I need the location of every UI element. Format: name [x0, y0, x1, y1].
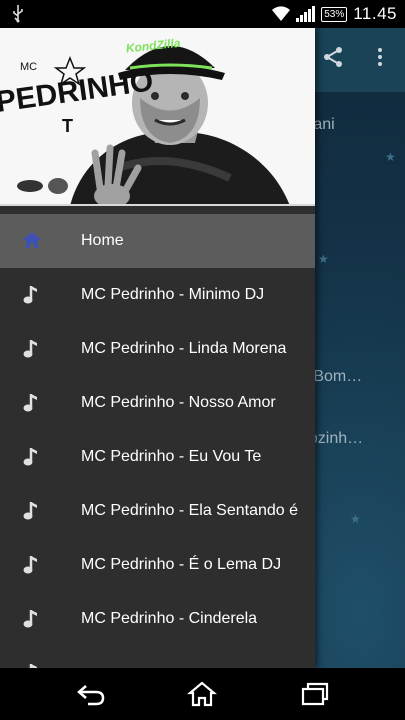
menu-item-song[interactable]: MC Pedrinho - Ela Sentando é: [0, 484, 315, 538]
music-note-icon: [22, 500, 42, 522]
music-note-icon: [22, 338, 42, 360]
menu-item-label: MC Pedrinho - É o Lema DJ: [81, 556, 282, 573]
menu-item-label: MC Pedrinho - Minimo DJ: [81, 286, 265, 303]
menu-item-label: MC Pedrinho - Linda Morena: [81, 340, 287, 357]
battery-indicator: 53%: [321, 6, 348, 22]
clock: 11.45: [353, 4, 397, 23]
menu-item-label: MC Pedrinho - Cinderela: [81, 610, 258, 627]
home-icon: [22, 230, 42, 252]
music-note-icon: [22, 284, 42, 306]
usb-icon: [12, 5, 24, 28]
music-note-icon: [22, 554, 42, 576]
menu-item-song[interactable]: MC Pedrinho - Linda Morena: [0, 322, 315, 376]
music-note-icon: [22, 392, 42, 414]
music-note-icon: [22, 608, 42, 630]
menu-item-label: MC Pedrinho - Eu Vou Te: [81, 448, 262, 465]
recents-icon[interactable]: [300, 680, 330, 708]
home-nav-icon[interactable]: [186, 680, 218, 708]
menu-item-song[interactable]: MC Pedrinho - Minimo DJ: [0, 268, 315, 322]
signal-icon: [296, 6, 316, 22]
menu-item-song[interactable]: MC Pedrinho - Eu Vou Te: [0, 430, 315, 484]
system-nav-bar: [0, 668, 405, 720]
status-bar: 53% 11.45: [0, 0, 405, 28]
menu-item-song[interactable]: MC Pedrinho - Cinderela: [0, 592, 315, 646]
artist-portrait: PEDRINHO MC T KondZilla: [0, 28, 315, 204]
overflow-menu-icon[interactable]: [376, 46, 384, 74]
menu-item-home[interactable]: Home: [0, 214, 315, 268]
music-note-icon: [22, 446, 42, 468]
wifi-icon: [272, 6, 291, 22]
menu-item-label: MC Pedrinho - Nosso Amor: [81, 394, 276, 411]
menu-item-song[interactable]: MC Pedrinho - É o Lema DJ: [0, 538, 315, 592]
menu-item-label: MC Pedrinho - Ela Sentando é: [81, 502, 299, 519]
svg-text:MC: MC: [20, 61, 37, 73]
back-icon[interactable]: [76, 680, 106, 708]
svg-text:T: T: [62, 116, 73, 136]
menu-item-song[interactable]: MC Pedrinho - Nosso Amor: [0, 376, 315, 430]
drawer-header-image: PEDRINHO MC T KondZilla: [0, 28, 315, 206]
share-icon[interactable]: [322, 46, 344, 74]
menu-item-label: Home: [81, 232, 124, 249]
navigation-drawer: PEDRINHO MC T KondZilla Home MC Pedrinho…: [0, 28, 315, 668]
drawer-menu: Home MC Pedrinho - Minimo DJ MC Pedrinho…: [0, 214, 315, 668]
menu-item-song-partial[interactable]: [0, 646, 315, 668]
